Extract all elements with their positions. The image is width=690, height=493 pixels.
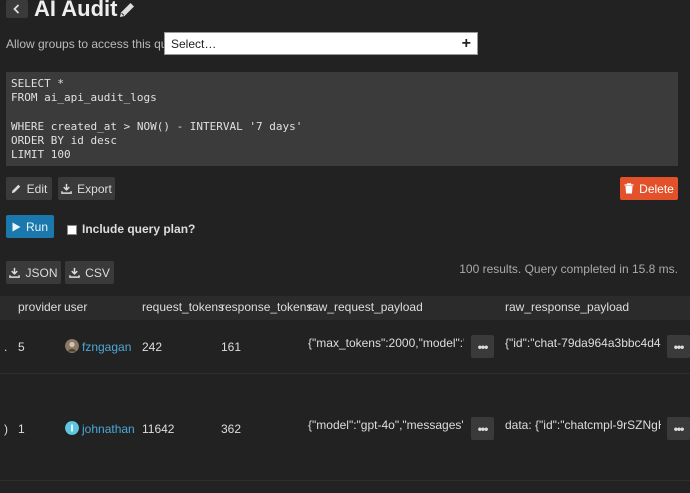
table-cell-provider: 1 [18,422,25,436]
results-summary: 100 results. Query completed in 15.8 ms. [459,262,678,276]
back-button[interactable] [6,0,28,18]
expand-request-button[interactable]: ••• [471,417,494,440]
expand-response-button[interactable]: ••• [667,335,690,358]
table-cell-id: . [4,340,8,354]
table-cell-raw-response-payload: data: {"id":"chatcmpl-9rSZNgHQ... [505,418,661,432]
column-header-raw-request-payload[interactable]: raw_request_payload [308,300,423,314]
download-icon [69,267,80,278]
column-header-raw-response-payload[interactable]: raw_response_payload [505,300,629,314]
user-link[interactable]: johnathan [82,422,135,436]
export-label: Export [77,181,112,196]
query-plan-checkbox[interactable] [67,225,77,235]
delete-label: Delete [639,181,674,196]
groups-select[interactable]: Select… + [164,32,478,55]
export-button[interactable]: Export [58,177,115,200]
expand-response-button[interactable]: ••• [667,417,690,440]
run-button[interactable]: Run [6,215,54,238]
column-header-user[interactable]: user [64,300,87,314]
delete-button[interactable]: Delete [620,177,678,200]
avatar[interactable] [65,339,79,356]
sql-query-block: SELECT * FROM ai_api_audit_logs WHERE cr… [6,72,678,166]
pencil-icon [11,184,20,194]
download-csv-button[interactable]: CSV [65,261,114,284]
table-cell-raw-response-payload: {"id":"chat-79da964a3bbc4d49b... [505,336,661,350]
trash-icon [624,183,634,194]
table-cell-response-tokens: 362 [221,422,242,436]
table-cell-response-tokens: 161 [221,340,242,354]
play-icon [12,222,21,231]
avatar[interactable] [65,421,79,438]
download-icon [9,267,21,278]
select-placeholder: Select… [171,36,217,51]
download-json-button[interactable]: JSON [6,261,61,284]
edit-button[interactable]: Edit [6,177,52,200]
edit-label: Edit [26,181,48,196]
pencil-icon[interactable] [117,0,137,20]
allow-groups-label: Allow groups to access this query [6,37,185,51]
table-cell-request-tokens: 11642 [142,422,175,436]
table-cell-raw-request-payload: {"model":"gpt-4o","messages":[{"... [308,418,464,432]
query-plan-label[interactable]: Include query plan? [82,222,195,236]
chevron-left-icon [13,4,20,14]
column-header-provider[interactable]: provider [18,300,61,314]
run-label: Run [25,219,48,234]
table-cell-provider: 5 [18,340,25,354]
json-label: JSON [25,265,58,280]
column-header-response-tokens[interactable]: response_tokens [221,300,312,314]
row-divider [0,480,690,481]
csv-label: CSV [85,265,110,280]
download-icon [61,183,72,194]
table-cell-raw-request-payload: {"max_tokens":2000,"model":"m... [308,336,464,350]
expand-request-button[interactable]: ••• [471,335,494,358]
plus-icon: + [461,35,471,52]
row-divider [0,373,690,374]
page-title: AI Audit [34,0,118,21]
table-cell-request-tokens: 242 [142,340,163,354]
table-cell-id: ) [4,422,8,436]
column-header-request-tokens[interactable]: request_tokens [142,300,224,314]
user-link[interactable]: fzngagan [82,340,131,354]
